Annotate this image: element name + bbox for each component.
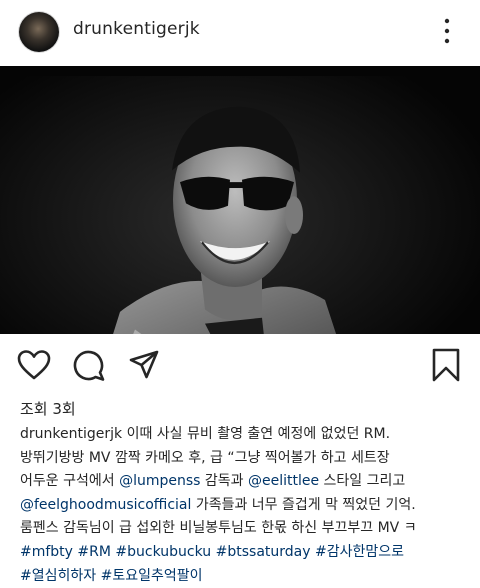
caption-text: 어두운 구석에서	[20, 473, 120, 490]
mention-link[interactable]: @lumpenss	[119, 473, 200, 489]
send-paper-plane-icon[interactable]	[129, 350, 159, 380]
post-header: drunkentigerjk	[0, 0, 480, 64]
caption-text: 스타일 그리고	[319, 473, 406, 490]
hashtag-link[interactable]: #토요일추억팔이	[101, 568, 203, 584]
caption-line-1: drunkentigerjk 이때 사실 뮤비 촬영 출연 예정에 없었던 RM…	[20, 423, 470, 447]
caption-text: 방뛰기방방 MV 깜짝 카메오 후, 급 “그냥 찍어볼가 하고 세트장	[20, 449, 390, 466]
hashtag-link[interactable]: #mfbty	[20, 544, 73, 560]
heart-icon[interactable]	[17, 349, 51, 381]
caption-line-5: 룸펜스 감독님이 급 섭외한 비닐봉투님도 한몫 하신 부끄부끄 MV ㅋ	[20, 517, 470, 541]
caption-line-7: #열심히하자 #토요일추억팔이	[20, 565, 470, 588]
hashtag-link[interactable]: #열심히하자	[20, 568, 96, 584]
caption-line-3: 어두운 구석에서 @lumpenss 감독과 @eelittlee 스타일 그리…	[20, 470, 470, 494]
caption-text: 감독과	[200, 473, 248, 490]
post-username[interactable]: drunkentigerjk	[73, 19, 200, 39]
caption-text: 가족들과 너무 즐겁게 막 찍었던 기억.	[191, 496, 416, 513]
hashtag-link[interactable]: #btssaturday	[216, 544, 311, 560]
caption-line-6: #mfbty #RM #buckubucku #btssaturday #감사한…	[20, 541, 470, 565]
post-video[interactable]	[0, 66, 480, 334]
action-bar	[0, 340, 480, 390]
more-vertical-icon[interactable]	[440, 16, 454, 46]
caption-text: 이때 사실 뮤비 촬영 출연 예정에 없었던 RM.	[122, 426, 391, 442]
view-count: 조회 3회	[20, 400, 76, 418]
caption-line-4: @feelghoodmusicofficial 가족들과 너무 즐겁게 막 찍었…	[20, 494, 470, 518]
bookmark-icon[interactable]	[431, 348, 461, 382]
post-caption: drunkentigerjk 이때 사실 뮤비 촬영 출연 예정에 없었던 RM…	[20, 423, 470, 588]
comment-bubble-icon[interactable]	[73, 349, 106, 382]
caption-author[interactable]: drunkentigerjk	[20, 426, 122, 442]
avatar[interactable]	[19, 12, 59, 52]
caption-text: 룸펜스 감독님이 급 섭외한 비닐봉투님도 한몫 하신 부끄부끄 MV ㅋ	[20, 520, 417, 537]
caption-line-2: 방뛰기방방 MV 깜짝 카메오 후, 급 “그냥 찍어볼가 하고 세트장	[20, 447, 470, 471]
hashtag-link[interactable]: #buckubucku	[115, 544, 211, 560]
mention-link[interactable]: @eelittlee	[248, 473, 319, 489]
video-frame-image	[0, 76, 480, 334]
mention-link[interactable]: @feelghoodmusicofficial	[20, 497, 191, 513]
hashtag-link[interactable]: #RM	[77, 544, 111, 560]
hashtag-link[interactable]: #감사한맘으로	[315, 544, 404, 560]
